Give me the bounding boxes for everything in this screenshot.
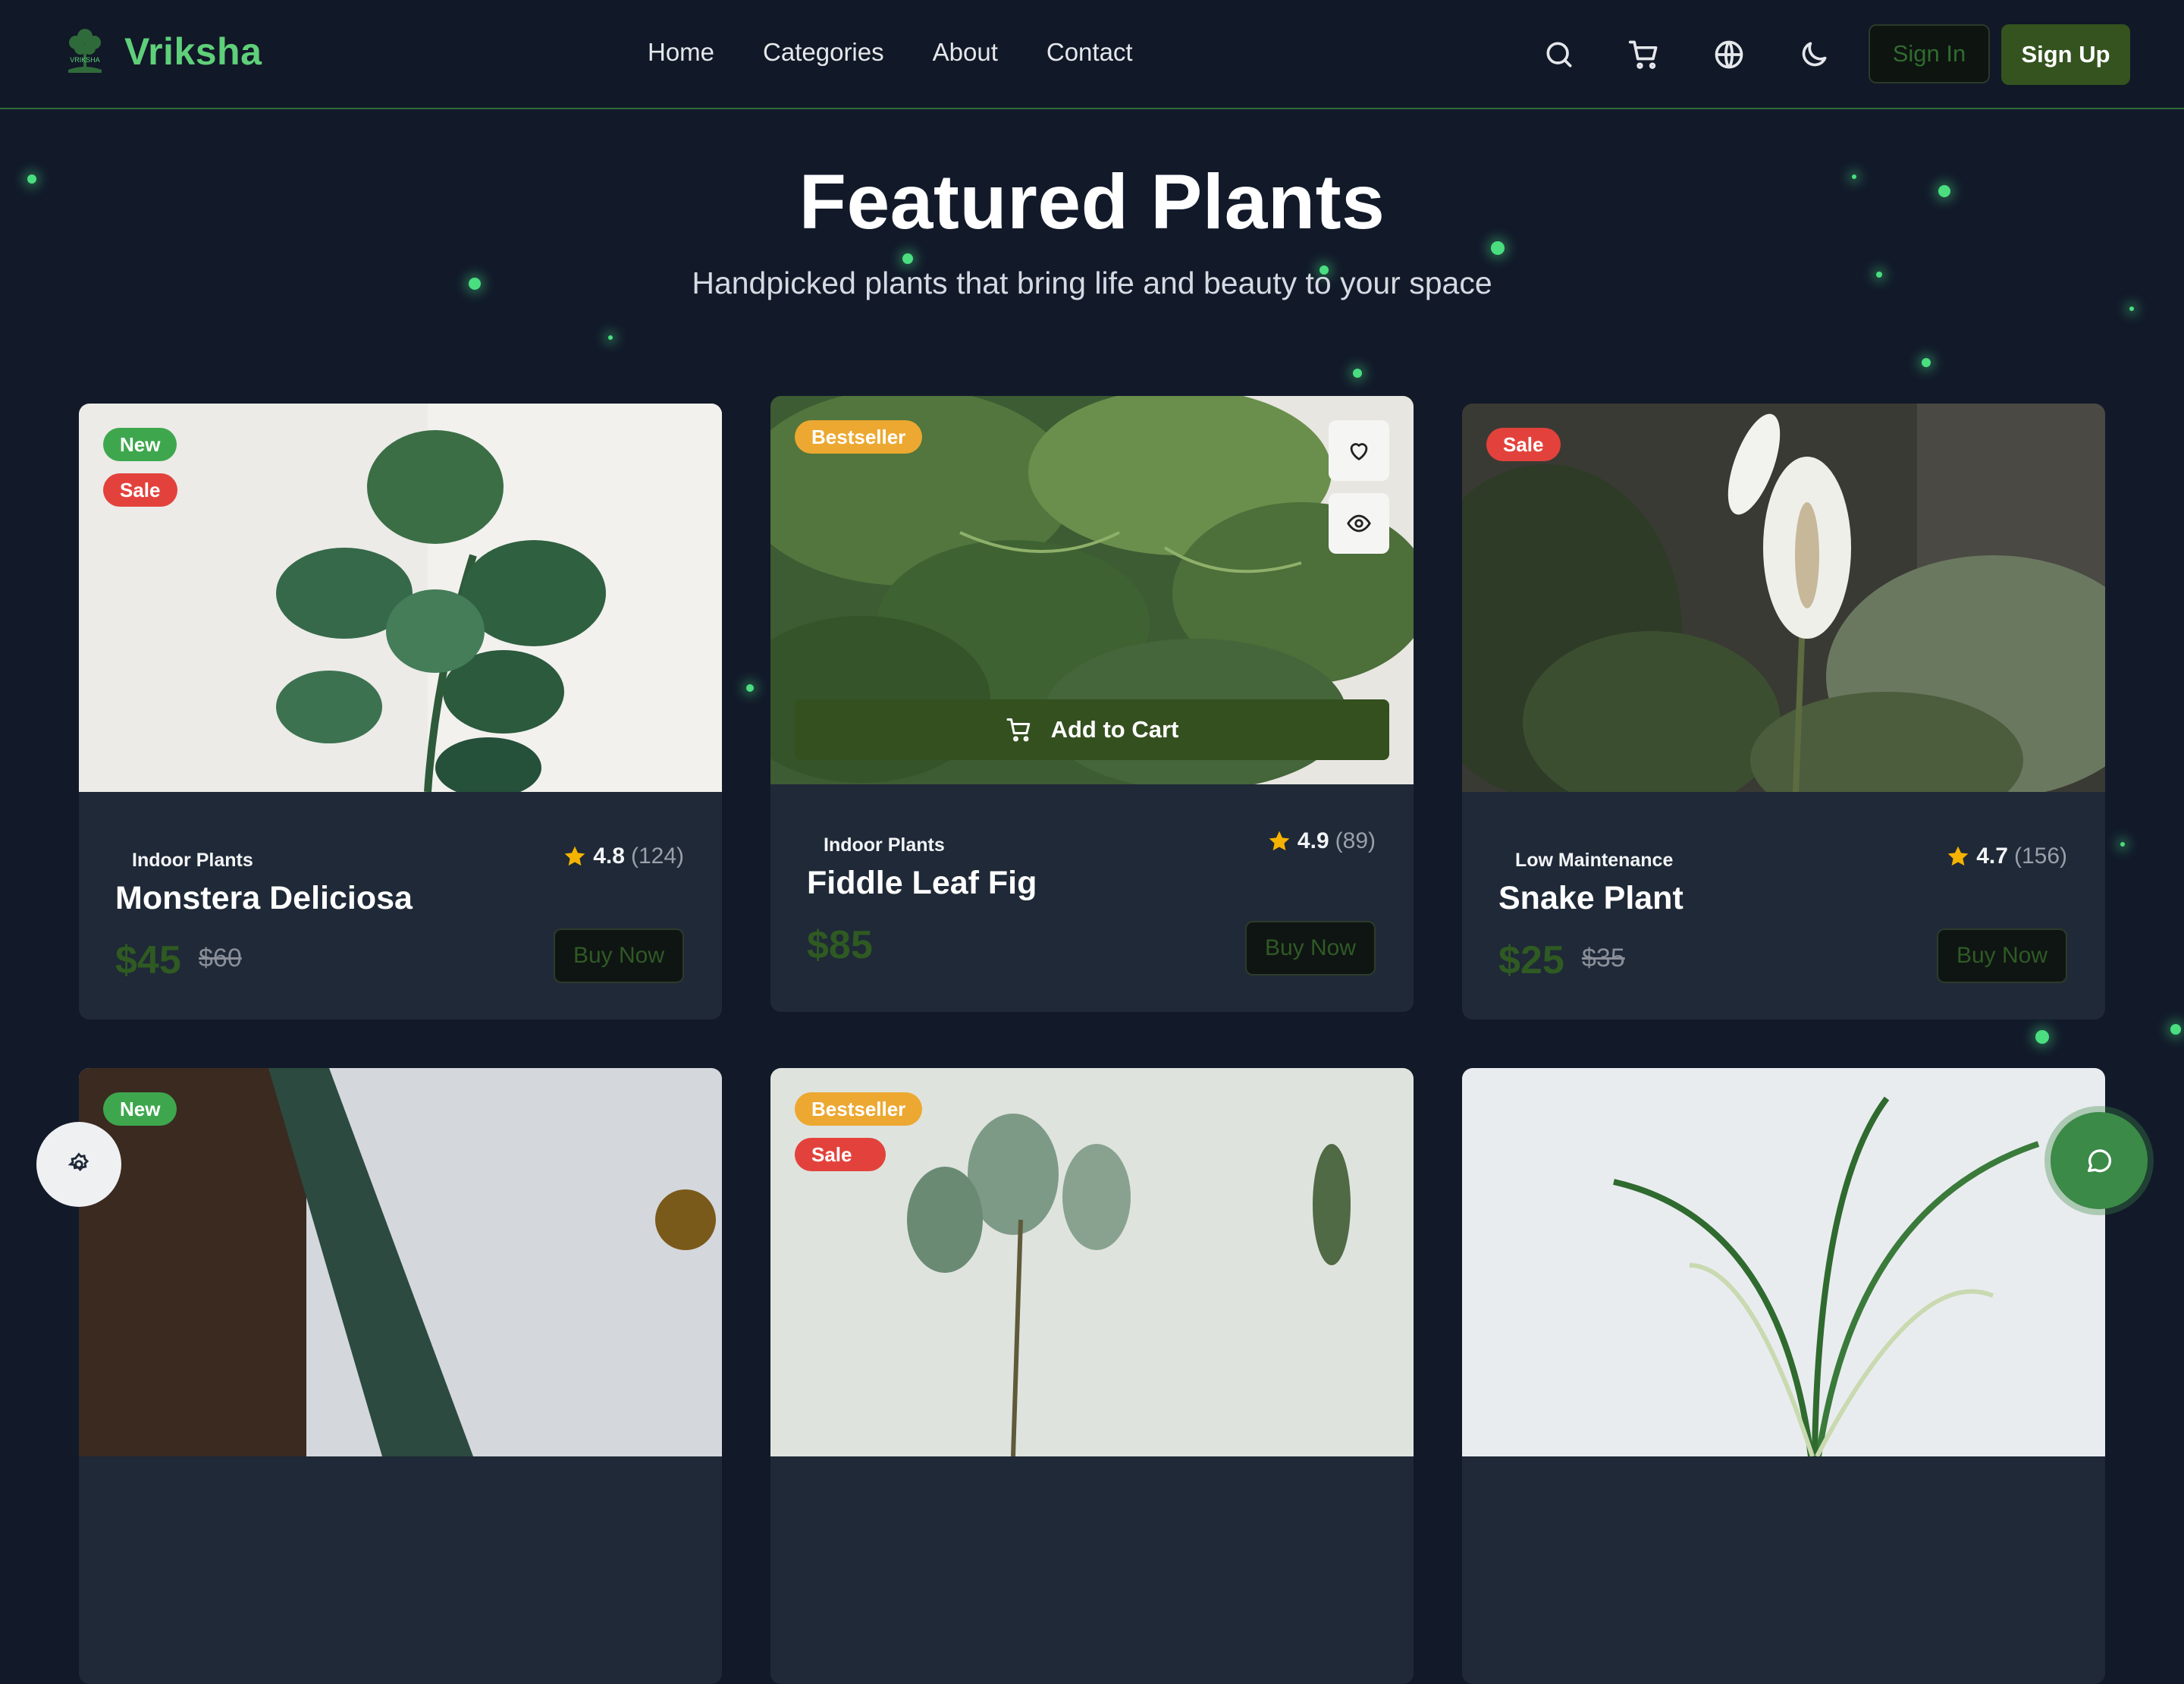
particle	[1922, 358, 1931, 367]
top-navbar: VRIKSHA Vriksha Home Categories About Co…	[0, 0, 2184, 109]
eye-icon	[1347, 514, 1371, 533]
search-icon[interactable]	[1542, 38, 1576, 71]
product-price: $85	[807, 923, 873, 967]
svg-text:VRIKSHA: VRIKSHA	[70, 56, 100, 64]
product-card[interactable]: Bestseller Sale	[770, 1068, 1414, 1684]
particle	[2035, 1030, 2049, 1044]
product-price: $45	[115, 938, 181, 982]
main-nav: Home Categories About Contact	[648, 38, 1133, 67]
tree-logo-icon: VRIKSHA	[68, 29, 102, 73]
product-image[interactable]	[79, 404, 722, 792]
nav-about[interactable]: About	[933, 38, 998, 67]
particle	[608, 335, 613, 340]
brand[interactable]: VRIKSHA Vriksha	[61, 26, 262, 77]
product-image[interactable]	[1462, 404, 2105, 792]
star-icon	[1269, 831, 1290, 851]
product-image[interactable]	[79, 1068, 722, 1456]
particle	[1353, 369, 1362, 378]
nav-categories[interactable]: Categories	[763, 38, 884, 67]
product-name[interactable]: Fiddle Leaf Fig	[807, 865, 1037, 902]
product-card[interactable]: Sale Low Maintenance 4.7 (156) Snake Pla…	[1462, 404, 2105, 1020]
product-category: Indoor Plants	[824, 834, 945, 856]
product-name[interactable]: Monstera Deliciosa	[115, 880, 413, 917]
product-card[interactable]: New	[79, 1068, 722, 1684]
buy-now-button[interactable]: Buy Now	[1245, 921, 1376, 976]
nav-home[interactable]: Home	[648, 38, 714, 67]
sign-up-button[interactable]: Sign Up	[2001, 24, 2130, 85]
nav-contact[interactable]: Contact	[1046, 38, 1133, 67]
chat-button[interactable]	[2051, 1112, 2148, 1209]
original-price: $60	[199, 944, 242, 972]
add-to-cart-button[interactable]: Add to Cart	[795, 699, 1389, 760]
buy-now-button[interactable]: Buy Now	[1937, 928, 2067, 983]
bestseller-badge: Bestseller	[795, 1092, 923, 1126]
quick-view-button[interactable]	[1329, 493, 1389, 554]
rating-value: 4.7	[1976, 844, 2008, 869]
chat-bubble-icon	[2088, 1149, 2112, 1173]
star-icon	[564, 846, 585, 866]
sale-badge: Sale	[103, 473, 177, 507]
particle	[2170, 1024, 2181, 1035]
moon-icon[interactable]	[1797, 38, 1831, 71]
particle	[902, 253, 913, 264]
star-icon	[1947, 846, 1969, 866]
cart-icon	[1006, 718, 1030, 742]
product-price: $25	[1498, 938, 1564, 982]
new-badge: New	[103, 1092, 177, 1126]
settings-button[interactable]	[36, 1122, 121, 1207]
product-rating: 4.9 (89)	[1267, 828, 1376, 854]
bestseller-badge: Bestseller	[795, 420, 923, 454]
review-count: (124)	[630, 844, 684, 869]
review-count: (156)	[2013, 844, 2067, 869]
product-category: Indoor Plants	[132, 850, 253, 871]
product-card[interactable]	[1462, 1068, 2105, 1684]
product-image[interactable]	[770, 1068, 1414, 1456]
new-badge: New	[103, 428, 177, 461]
review-count: (89)	[1335, 828, 1376, 853]
particle	[2129, 306, 2134, 311]
section-title: Featured Plants	[799, 159, 1385, 245]
product-name[interactable]: Snake Plant	[1498, 880, 1684, 917]
globe-icon[interactable]	[1712, 38, 1746, 71]
rating-value: 4.8	[593, 844, 625, 869]
buy-now-button[interactable]: Buy Now	[554, 928, 684, 983]
brand-name: Vriksha	[124, 30, 262, 73]
rating-value: 4.9	[1297, 828, 1329, 853]
sale-badge: Sale	[795, 1138, 886, 1171]
particle	[746, 684, 754, 692]
add-to-cart-label: Add to Cart	[1050, 716, 1179, 743]
wishlist-button[interactable]	[1329, 420, 1389, 481]
section-subtitle: Handpicked plants that bring life and be…	[692, 265, 1492, 300]
gear-icon	[67, 1152, 89, 1172]
heart-icon	[1350, 443, 1368, 460]
product-category: Low Maintenance	[1515, 850, 1674, 871]
sign-in-button[interactable]: Sign In	[1869, 24, 1990, 83]
product-rating: 4.8 (124)	[563, 844, 684, 869]
product-image[interactable]	[1462, 1068, 2105, 1456]
product-card[interactable]: Bestseller Add to Cart Indoor Plants 4.9…	[770, 396, 1414, 1012]
sale-badge: Sale	[1486, 428, 1561, 461]
product-card[interactable]: New Sale Indoor Plants 4.8 (124) Monster…	[79, 404, 722, 1020]
product-rating: 4.7 (156)	[1946, 844, 2067, 869]
original-price: $35	[1582, 944, 1625, 972]
particle	[2120, 842, 2125, 847]
cart-icon[interactable]	[1627, 38, 1661, 71]
